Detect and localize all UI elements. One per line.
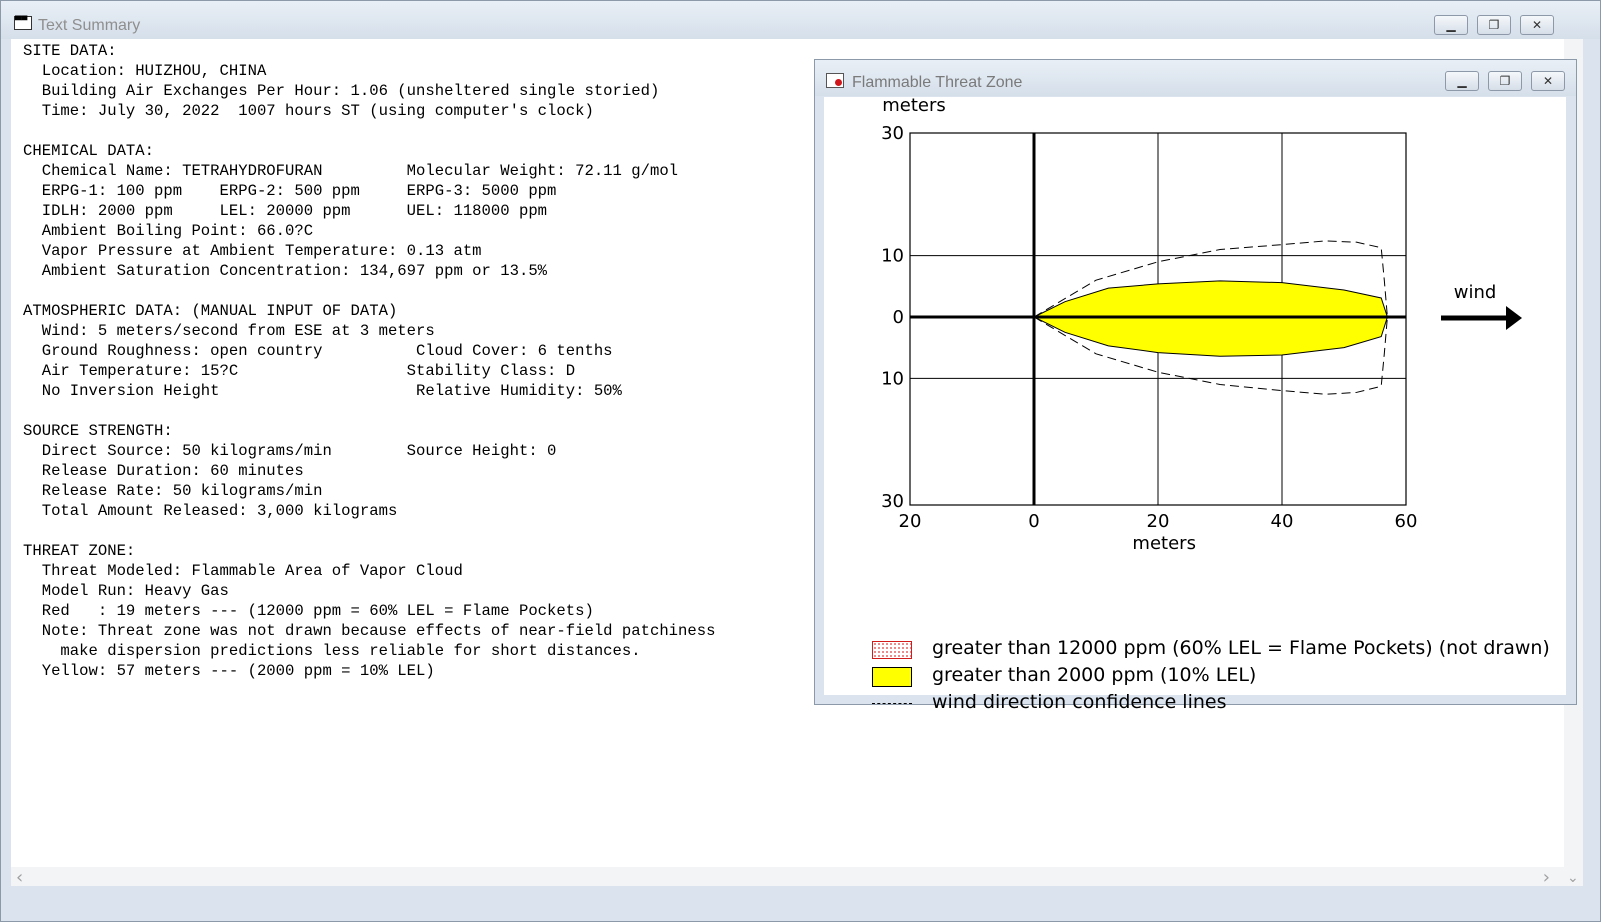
summary-text: SITE DATA: Location: HUIZHOU, CHINA Buil… [23,42,716,680]
y-tick-label: 30 [881,123,904,144]
y-tick-label: 30 [881,491,904,512]
restore-button[interactable]: ❐ [1477,15,1511,35]
x-tick-label: 0 [1028,511,1039,532]
scroll-left-icon[interactable]: ‹ [16,867,23,888]
y-axis-label: meters [882,97,946,116]
threat-window-title: Flammable Threat Zone [852,74,1023,91]
close-button[interactable]: ✕ [1520,15,1554,35]
y-tick-label: 10 [881,246,904,267]
close-icon: ✕ [1531,18,1543,32]
scroll-right-icon[interactable]: › [1543,867,1550,888]
minimize-icon: ▁ [1457,74,1467,88]
threat-minimize-button[interactable]: ▁ [1445,71,1479,91]
x-tick-label: 40 [1271,511,1294,532]
y-tick-label: 10 [881,368,904,389]
y-tick-label: 0 [893,307,904,328]
wind-arrow-head [1506,306,1522,330]
wind-label: wind [1454,282,1497,303]
minimize-icon: ▁ [1446,18,1456,32]
window-app-icon[interactable]: ▀▀ [14,16,32,30]
threat-zone-plot-area: 20 0 20 40 60 30 10 0 10 30 meters meters wind great… [824,97,1566,713]
threat-restore-button[interactable]: ❐ [1488,71,1522,91]
legend-swatch-dashed [872,703,912,704]
threat-zone-icon[interactable] [826,73,844,88]
legend-label-red: greater than 12000 ppm (60% LEL = Flame … [932,637,1550,659]
legend-swatch-yellow [872,667,912,687]
threat-title-bar[interactable]: Flammable Threat Zone ▁ ❐ ✕ [815,60,1576,96]
minimize-button[interactable]: ▁ [1434,15,1468,35]
horizontal-scrollbar[interactable]: ‹ › [11,867,1564,888]
x-tick-label: 20 [1147,511,1170,532]
title-bar[interactable]: ▀▀ Text Summary ▁ ❐ ✕ [1,1,1600,39]
flammable-threat-zone-window: Flammable Threat Zone ▁ ❐ ✕ 20 0 20 40 60 30 1… [814,59,1577,713]
legend-label-yellow: greater than 2000 ppm (10% LEL) [932,664,1257,686]
text-summary-window: ▀▀ Text Summary ▁ ❐ ✕ SITE DATA: Locatio… [0,0,1601,922]
x-tick-label: 60 [1395,511,1418,532]
threat-close-button[interactable]: ✕ [1531,71,1565,91]
threat-zone-chart: 20 0 20 40 60 30 10 0 10 30 meters meters wind [881,97,1522,554]
restore-icon: ❐ [1499,74,1511,88]
window-title: Text Summary [38,17,141,34]
x-axis-label: meters [1132,533,1196,554]
restore-icon: ❐ [1488,18,1500,32]
x-tick-label: 20 [899,511,922,532]
legend-label-dashed: wind direction confidence lines [932,691,1227,713]
legend-swatch-red [872,641,912,659]
close-icon: ✕ [1542,74,1554,88]
scroll-down-icon[interactable]: ⌄ [1567,870,1579,886]
